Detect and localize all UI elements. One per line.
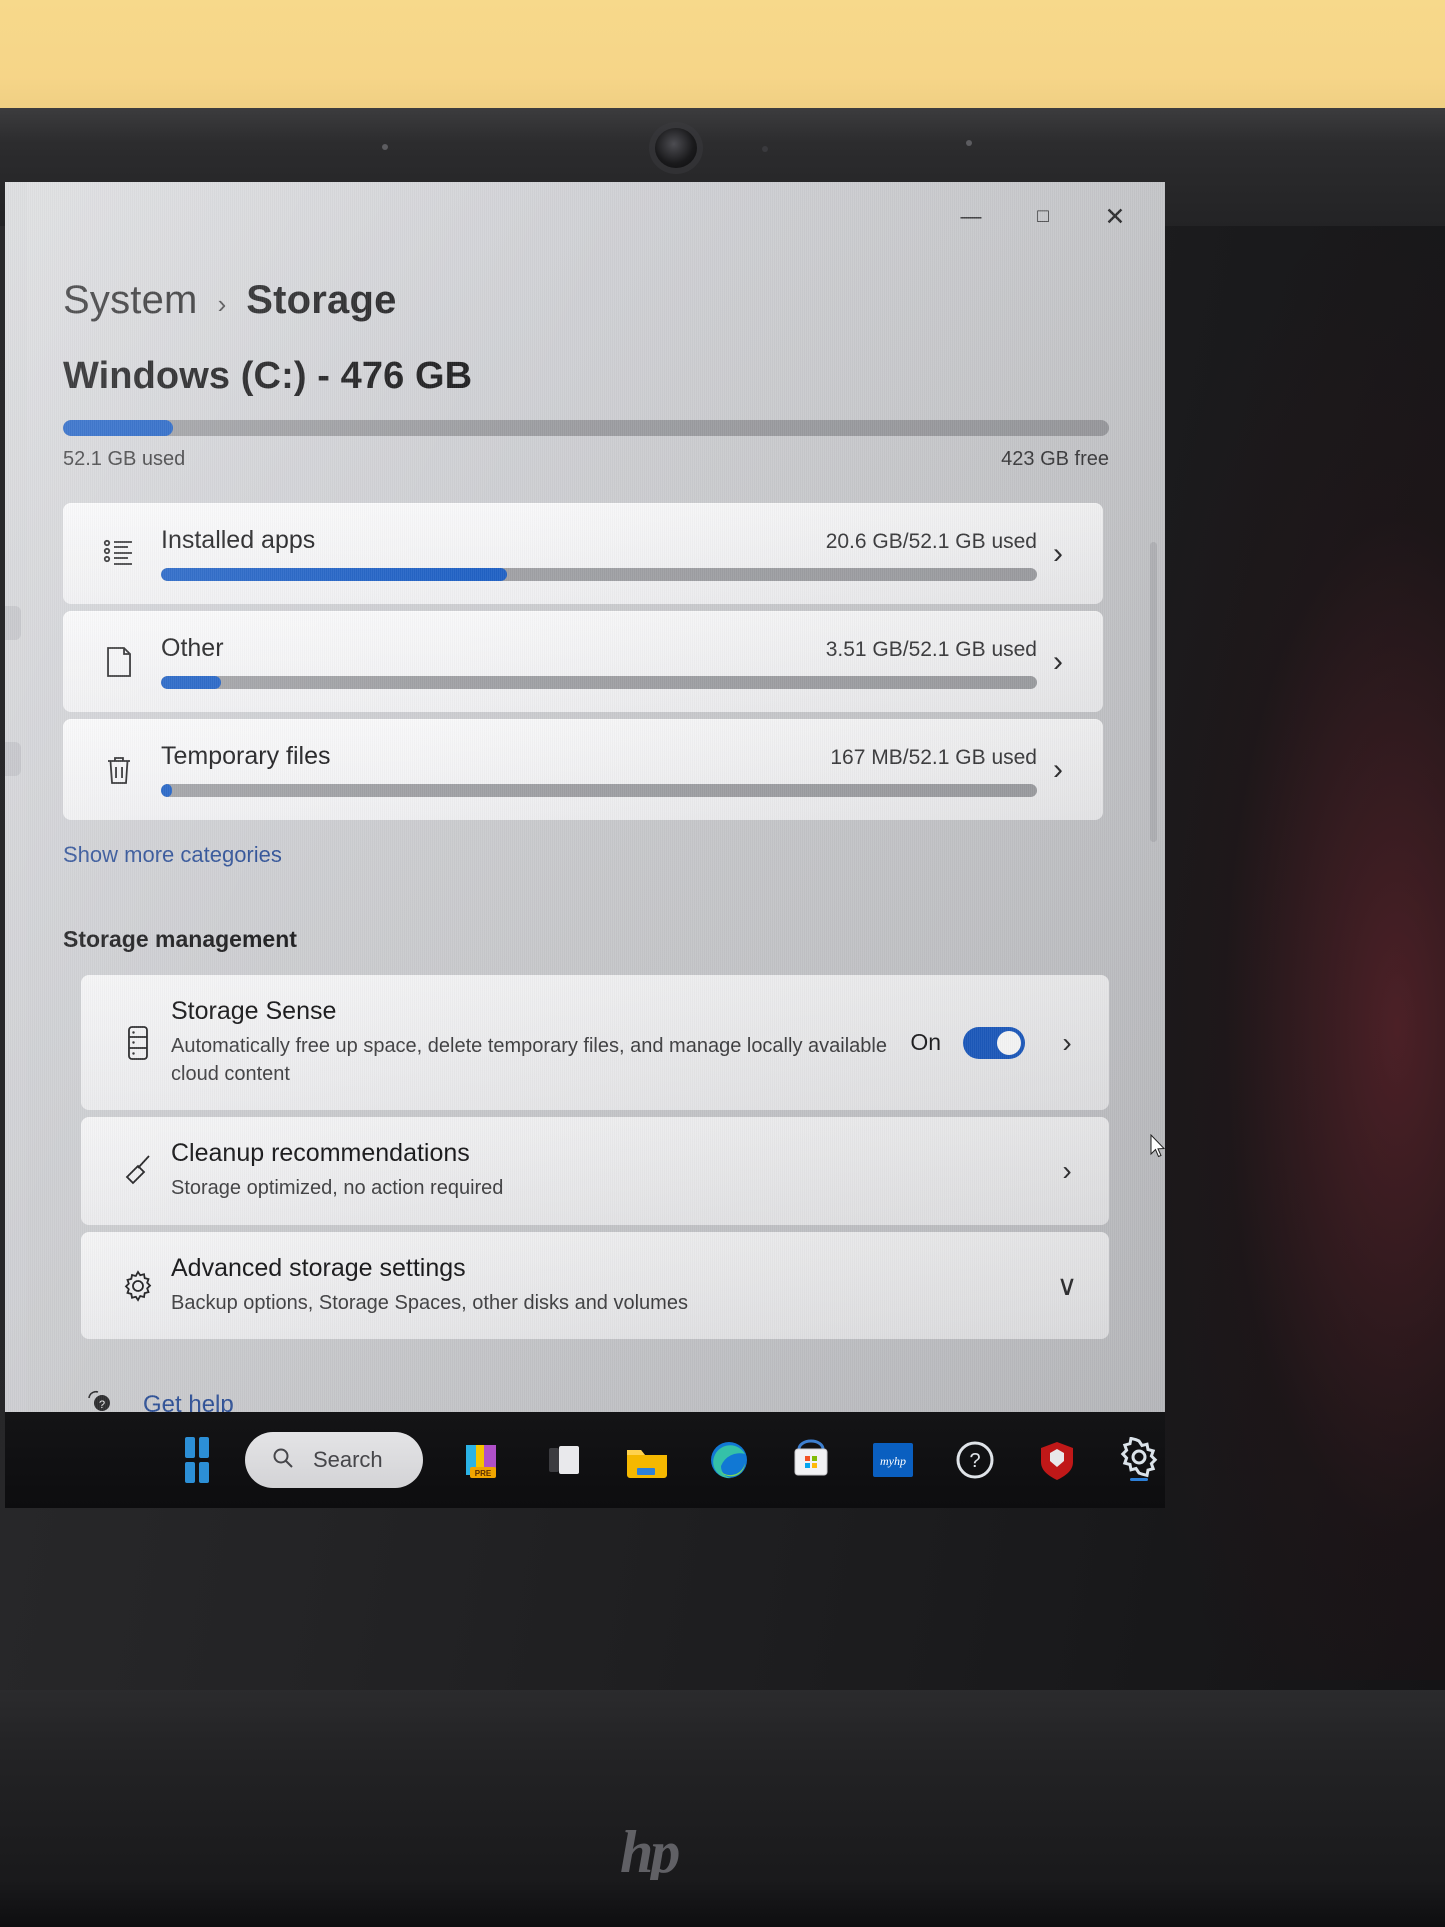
advanced-storage-settings-row[interactable]: Advanced storage settings Backup options…: [81, 1231, 1109, 1340]
category-usage-bar: [161, 784, 1037, 797]
myhp-icon[interactable]: myhp: [867, 1434, 919, 1486]
drive-usage-bar: [63, 420, 1109, 436]
storage-sense-title: Storage Sense: [171, 997, 337, 1025]
help-support-icon[interactable]: ?: [949, 1434, 1001, 1486]
cleanup-controls: ›: [1047, 1155, 1087, 1187]
category-usage-fill: [161, 676, 221, 689]
toggle-knob: [997, 1030, 1021, 1055]
webcam-icon: [655, 128, 697, 168]
cleanup-title: Cleanup recommendations: [171, 1139, 470, 1168]
drive-usage-fill: [63, 420, 173, 436]
category-body: Other 3.51 GB/52.1 GB used: [147, 634, 1037, 689]
category-value: 20.6 GB/52.1 GB used: [825, 530, 1037, 553]
laptop-photo-scene: — □ ✕ System › Storage Windows (C:) - 47…: [0, 0, 1445, 1927]
other-files-icon: [91, 645, 147, 679]
microphone-right-icon: [966, 140, 972, 146]
category-row-other[interactable]: Other 3.51 GB/52.1 GB used ›: [63, 611, 1103, 712]
storage-management-heading: Storage management: [63, 926, 297, 952]
advanced-controls: ∨: [1047, 1269, 1087, 1302]
adobe-premiere-icon[interactable]: PRE: [457, 1434, 509, 1486]
svg-text:?: ?: [99, 1399, 105, 1411]
settings-icon[interactable]: [1113, 1434, 1165, 1486]
chevron-right-icon[interactable]: ›: [1037, 537, 1079, 571]
broom-icon: [105, 1153, 171, 1189]
chevron-right-icon[interactable]: ›: [1047, 1027, 1087, 1059]
search-icon: [271, 1446, 295, 1475]
category-row-temporary-files[interactable]: Temporary files 167 MB/52.1 GB used ›: [63, 719, 1103, 820]
storage-category-list: Installed apps 20.6 GB/52.1 GB used › Ot…: [63, 503, 1103, 820]
category-usage-fill: [161, 568, 508, 581]
gear-icon: [105, 1269, 171, 1303]
category-name: Temporary files: [161, 742, 331, 770]
chevron-down-icon[interactable]: ∨: [1047, 1269, 1087, 1302]
page-title: Storage: [246, 278, 397, 322]
file-explorer-icon[interactable]: [621, 1434, 673, 1486]
storage-sense-row[interactable]: Storage Sense Automatically free up spac…: [81, 975, 1109, 1111]
get-help-link[interactable]: Get help: [143, 1391, 234, 1412]
cleanup-recommendations-row[interactable]: Cleanup recommendations Storage optimize…: [81, 1117, 1109, 1225]
category-value: 3.51 GB/52.1 GB used: [825, 638, 1037, 661]
category-row-installed-apps[interactable]: Installed apps 20.6 GB/52.1 GB used ›: [63, 503, 1103, 604]
scrollbar-thumb[interactable]: [1150, 542, 1157, 842]
advanced-desc: Backup options, Storage Spaces, other di…: [171, 1291, 688, 1314]
laptop-palmrest: [0, 1880, 1445, 1927]
svg-text:myhp: myhp: [880, 1454, 906, 1468]
breadcrumb-separator-icon: ›: [217, 289, 227, 319]
screen-glow: [1125, 230, 1445, 1680]
category-usage-fill: [161, 784, 172, 797]
category-value: 167 MB/52.1 GB used: [830, 746, 1037, 769]
svg-text:?: ?: [969, 1450, 980, 1472]
chevron-right-icon[interactable]: ›: [1037, 645, 1079, 679]
cleanup-body: Cleanup recommendations Storage optimize…: [171, 1139, 1047, 1203]
installed-apps-icon: [91, 537, 147, 571]
settings-content: System › Storage Windows (C:) - 476 GB 5…: [5, 182, 1165, 1412]
chevron-right-icon[interactable]: ›: [1037, 753, 1079, 787]
chevron-right-icon[interactable]: ›: [1047, 1155, 1087, 1187]
storage-sense-controls: On ›: [910, 1026, 1087, 1059]
search-placeholder: Search: [312, 1447, 383, 1472]
mouse-cursor: [1150, 1133, 1166, 1160]
category-name: Other: [161, 634, 224, 662]
storage-sense-desc: Automatically free up space, delete temp…: [171, 1035, 887, 1085]
storage-management-list: Storage Sense Automatically free up spac…: [81, 975, 1109, 1340]
storage-sense-toggle-label: On: [910, 1029, 941, 1056]
trash-icon: [91, 753, 147, 787]
settings-window: — □ ✕ System › Storage Windows (C:) - 47…: [5, 182, 1165, 1412]
task-view-icon[interactable]: [539, 1434, 591, 1486]
category-usage-bar: [161, 568, 1037, 581]
drive-title: Windows (C:) - 476 GB: [63, 355, 473, 397]
svg-text:PRE: PRE: [475, 1469, 492, 1478]
microphone-mid-icon: [762, 146, 768, 152]
drive-legend: 52.1 GB used 423 GB free: [63, 448, 1109, 471]
storage-sense-toggle[interactable]: [963, 1026, 1025, 1059]
drive-used-label: 52.1 GB used: [63, 448, 186, 470]
microsoft-store-icon[interactable]: [785, 1434, 837, 1486]
advanced-title: Advanced storage settings: [171, 1253, 466, 1282]
category-body: Installed apps 20.6 GB/52.1 GB used: [147, 526, 1037, 581]
category-name: Installed apps: [161, 526, 316, 554]
category-usage-bar: [161, 676, 1037, 689]
breadcrumb: System › Storage: [63, 278, 1125, 323]
edge-browser-icon[interactable]: [703, 1434, 755, 1486]
advanced-body: Advanced storage settings Backup options…: [171, 1254, 1047, 1318]
category-body: Temporary files 167 MB/52.1 GB used: [147, 742, 1037, 797]
hp-logo: hp: [620, 1819, 680, 1885]
drive-free-label: 423 GB free: [1001, 448, 1109, 470]
get-help-row[interactable]: ? Get help: [63, 1387, 1125, 1412]
mcafee-icon[interactable]: [1031, 1434, 1083, 1486]
microphone-left-icon: [382, 144, 388, 150]
help-icon: ?: [85, 1387, 115, 1412]
storage-sense-icon: [105, 1024, 171, 1062]
taskbar: Search PRE myhp ?: [5, 1412, 1165, 1508]
search-input[interactable]: Search: [244, 1432, 423, 1488]
taskbar-apps: PRE myhp ?: [457, 1434, 1165, 1486]
breadcrumb-parent[interactable]: System: [63, 278, 198, 323]
storage-sense-body: Storage Sense Automatically free up spac…: [171, 997, 910, 1088]
show-more-categories-link[interactable]: Show more categories: [63, 842, 1125, 868]
windows-start-icon[interactable]: [185, 1437, 209, 1483]
cleanup-desc: Storage optimized, no action required: [171, 1177, 504, 1200]
